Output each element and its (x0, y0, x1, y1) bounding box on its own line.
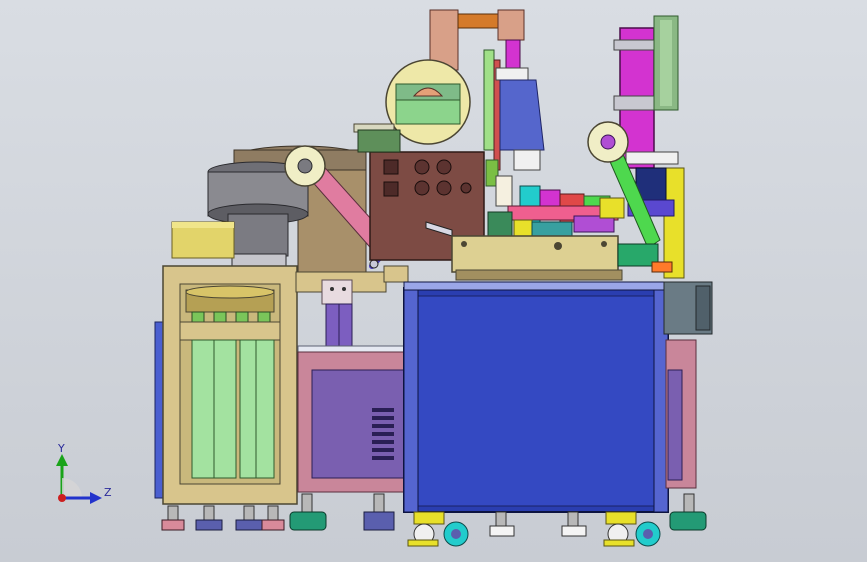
foot-left-3 (235, 505, 263, 531)
cad-viewport[interactable]: Y Z (0, 0, 867, 562)
foot-left-1 (161, 505, 185, 531)
caster-4 (635, 521, 661, 547)
foot-right-2 (561, 511, 587, 537)
main-blue-cabinet (403, 281, 669, 513)
foot-left-4 (261, 505, 285, 531)
vibratory-bowl-feeder (171, 145, 367, 276)
caster-1 (407, 511, 445, 547)
triad-y-label: Y (58, 442, 65, 455)
foot-left-2 (195, 505, 223, 531)
center-support (295, 271, 413, 493)
slide-plate (451, 235, 623, 281)
axis-triad (56, 454, 102, 504)
caster-2 (443, 521, 469, 547)
foot-right-3 (669, 493, 707, 531)
caster-3 (603, 511, 637, 547)
triad-z-label: Z (104, 486, 112, 499)
foot-right-1 (489, 511, 515, 537)
machine-assembly-drawing (56, 9, 713, 547)
foot-center-2 (363, 493, 395, 531)
left-feeder-frame (154, 265, 298, 505)
triad-origin-icon (58, 494, 66, 502)
right-base (663, 281, 713, 489)
